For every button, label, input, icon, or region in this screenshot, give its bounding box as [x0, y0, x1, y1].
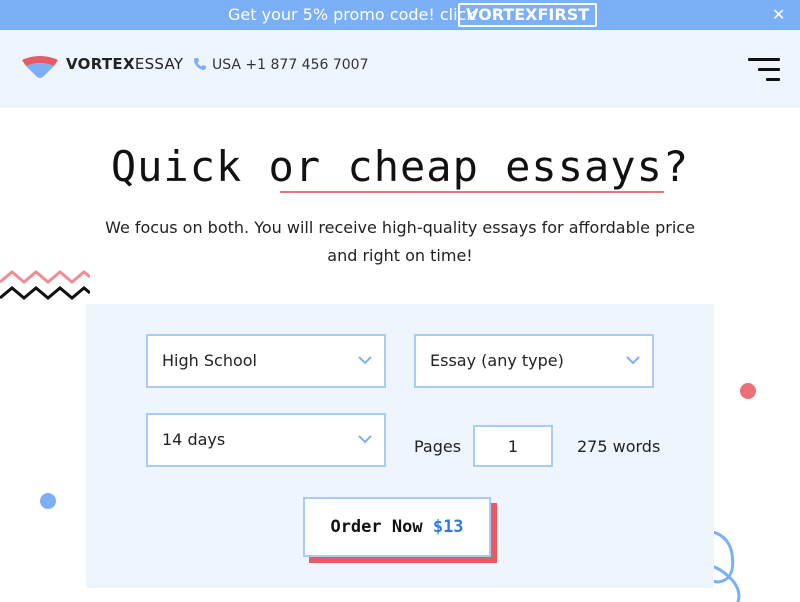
- chevron-down-icon: [626, 356, 640, 365]
- deadline-value: 14 days: [162, 430, 226, 449]
- phone-icon: [194, 58, 206, 70]
- deadline-select[interactable]: 14 days: [146, 413, 386, 467]
- page-title: Quick or cheap essays?: [110, 142, 690, 191]
- decorative-dot-blue: [40, 493, 56, 509]
- academic-level-value: High School: [162, 351, 257, 370]
- promo-banner: Get your 5% promo code! click VORTEXFIRS…: [0, 0, 800, 30]
- chevron-down-icon: [358, 356, 372, 365]
- chevron-down-icon: [358, 435, 372, 444]
- site-header: VORTEXESSAY USA +1 877 456 7007: [0, 30, 800, 108]
- pages-label: Pages: [414, 437, 462, 456]
- pages-input[interactable]: [473, 425, 553, 467]
- close-icon[interactable]: ✕: [772, 5, 785, 24]
- decorative-dot-red: [740, 383, 756, 399]
- logo-bold: VORTEX: [66, 55, 135, 73]
- order-now-button[interactable]: Order Now $13: [303, 497, 491, 557]
- page-subtitle: We focus on both. You will receive high-…: [105, 218, 695, 265]
- logo-icon[interactable]: [20, 54, 60, 80]
- paper-type-select[interactable]: Essay (any type): [414, 334, 654, 388]
- promo-text: Get your 5% promo code! click: [228, 5, 476, 24]
- logo-text[interactable]: VORTEXESSAY: [66, 55, 183, 73]
- hamburger-menu-icon[interactable]: [748, 56, 780, 82]
- zigzag-decoration: [0, 270, 90, 300]
- promo-code-button[interactable]: VORTEXFIRST: [458, 3, 598, 27]
- order-price: $13: [432, 517, 464, 537]
- academic-level-select[interactable]: High School: [146, 334, 386, 388]
- order-now-label: Order Now: [330, 517, 423, 537]
- logo-rest: ESSAY: [134, 55, 184, 73]
- phone-number[interactable]: USA +1 877 456 7007: [212, 57, 368, 73]
- word-count: 275 words: [577, 437, 661, 456]
- title-underline: [280, 191, 664, 193]
- paper-type-value: Essay (any type): [430, 351, 564, 370]
